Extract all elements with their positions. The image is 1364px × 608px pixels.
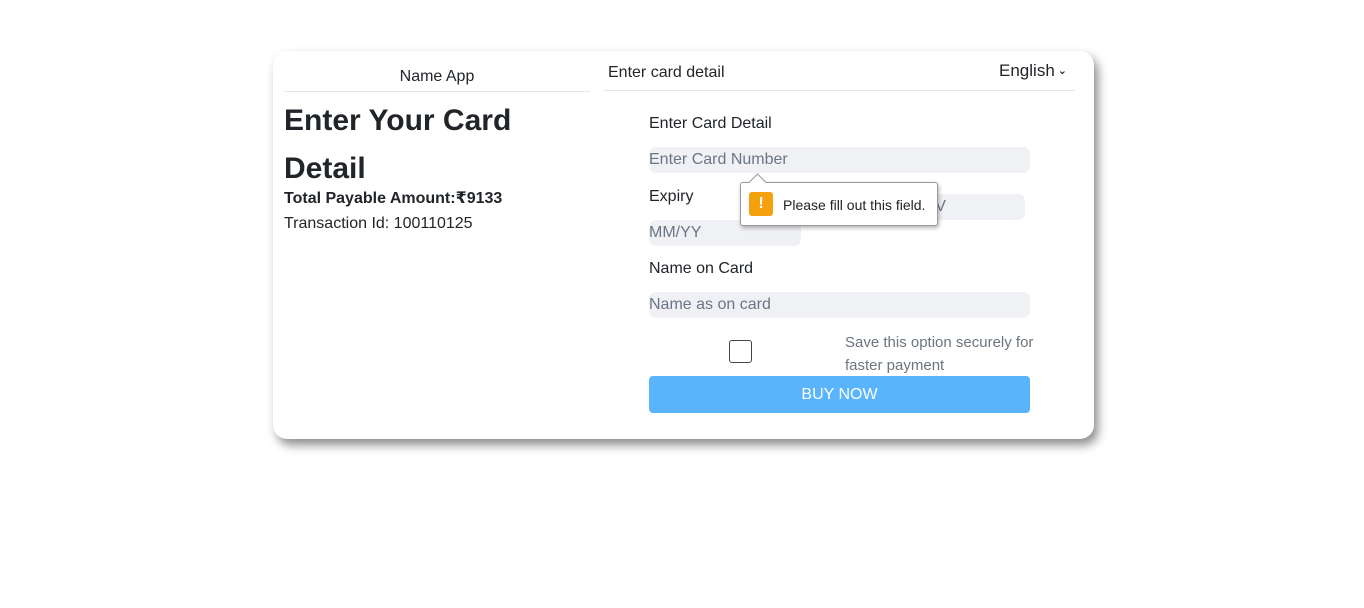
section-title: Enter card detail [608, 64, 725, 81]
name-on-card-input[interactable] [649, 292, 1030, 318]
save-card-label: Save this option securely for faster pay… [845, 334, 1034, 374]
page-title: Enter Your Card Detail [284, 104, 512, 185]
app-name: Name App [284, 65, 590, 92]
payable-amount: Total Payable Amount:₹9133 [284, 190, 503, 207]
buy-now-button[interactable]: BUY NOW [649, 376, 1030, 413]
tooltip-message: Please fill out this field. [783, 197, 926, 213]
validation-tooltip: ! Please fill out this field. [740, 173, 938, 226]
name-on-card-label: Name on Card [649, 260, 754, 277]
payment-card: Name App Enter card detail English ⌄ Ent… [273, 51, 1094, 439]
expiry-label: Expiry [649, 188, 694, 205]
card-detail-label: Enter Card Detail [649, 115, 772, 132]
right-header: Enter card detail English ⌄ [604, 59, 1075, 91]
chevron-down-icon: ⌄ [1057, 65, 1067, 77]
card-number-input[interactable] [649, 147, 1030, 173]
language-label: English [999, 61, 1055, 80]
transaction-id: Transaction Id: 100110125 [284, 215, 473, 232]
save-card-checkbox[interactable] [729, 340, 752, 363]
warning-icon: ! [749, 192, 773, 216]
language-select[interactable]: English ⌄ [999, 59, 1067, 83]
